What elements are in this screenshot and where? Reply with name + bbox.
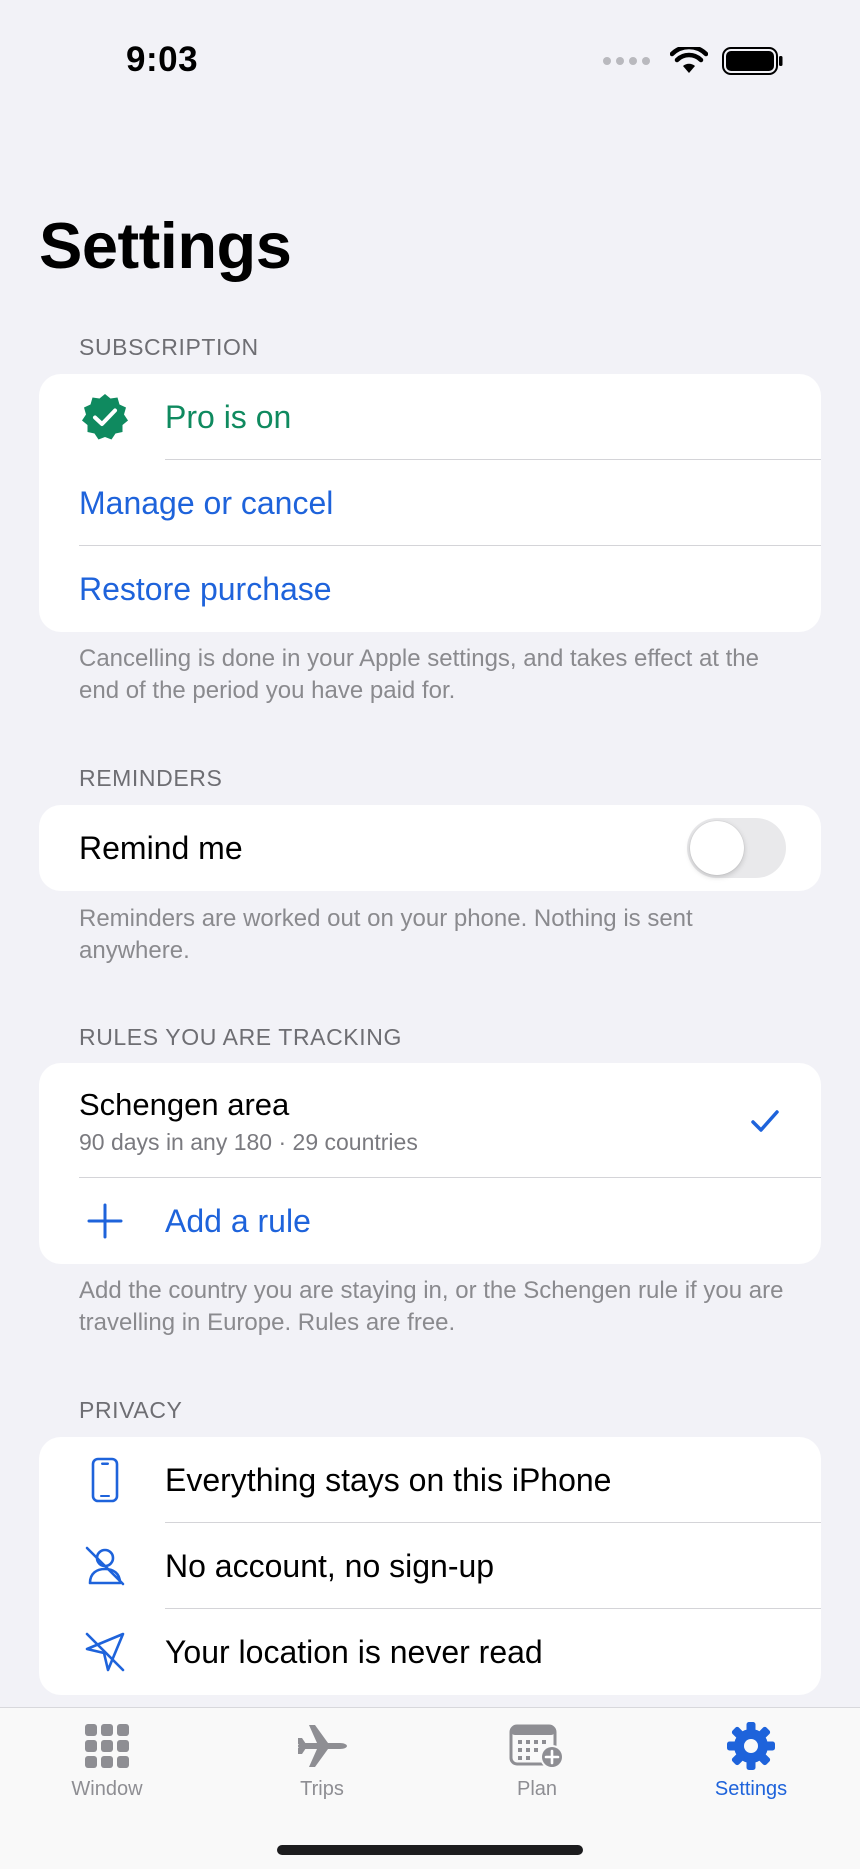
manage-or-cancel-button[interactable]: Manage or cancel [39, 460, 821, 546]
cellular-signal-icon [603, 57, 650, 65]
restore-purchase-label: Restore purchase [79, 570, 332, 607]
gear-icon [671, 1718, 831, 1774]
home-indicator [277, 1845, 583, 1855]
privacy-label: No account, no sign-up [165, 1547, 495, 1584]
status-time: 9:03 [126, 40, 199, 79]
rule-title: Schengen area [79, 1087, 290, 1122]
pro-status-label: Pro is on [165, 398, 292, 435]
calendar-plus-icon [457, 1718, 617, 1774]
privacy-item-no-location: Your location is never read [39, 1609, 821, 1695]
person-slash-icon [79, 1540, 131, 1592]
tab-trips[interactable]: Trips [242, 1718, 402, 1808]
airplane-icon [242, 1718, 402, 1774]
remind-me-label: Remind me [79, 829, 243, 866]
tab-label: Plan [516, 1778, 558, 1800]
subscription-header: SUBSCRIPTION [79, 334, 259, 360]
reminders-header: REMINDERS [79, 765, 223, 791]
add-rule-label: Add a rule [165, 1202, 311, 1239]
verified-badge-icon [79, 391, 131, 443]
remind-me-row: Remind me [39, 805, 821, 891]
subscription-footnote: Cancelling is done in your Apple setting… [79, 645, 759, 704]
reminders-footnote: Reminders are worked out on your phone. … [79, 905, 693, 964]
plus-icon [79, 1195, 131, 1247]
add-rule-button[interactable]: Add a rule [39, 1178, 821, 1264]
settings-screen: 9:03 Settings SUBSCRIPTION Pro is on Man… [0, 0, 860, 1869]
tab-label: Window [71, 1778, 143, 1800]
remind-me-toggle[interactable] [687, 818, 786, 878]
privacy-card: Everything stays on this iPhone No accou… [39, 1437, 821, 1695]
privacy-label: Everything stays on this iPhone [165, 1461, 612, 1498]
rule-row-schengen[interactable]: Schengen area 90 days in any 180 · 29 co… [39, 1063, 821, 1178]
rules-card: Schengen area 90 days in any 180 · 29 co… [39, 1063, 821, 1264]
reminders-card: Remind me [39, 805, 821, 891]
page-title: Settings [39, 209, 292, 282]
privacy-label: Your location is never read [165, 1633, 543, 1670]
tab-window[interactable]: Window [27, 1718, 187, 1808]
privacy-header: PRIVACY [79, 1397, 183, 1423]
tab-plan[interactable]: Plan [457, 1718, 617, 1808]
wifi-icon [670, 47, 708, 73]
toggle-knob [690, 821, 744, 875]
status-bar: 9:03 [0, 0, 860, 110]
status-icons [603, 46, 784, 76]
privacy-item-no-account: No account, no sign-up [39, 1523, 821, 1609]
tab-label: Trips [300, 1778, 344, 1800]
iphone-icon [79, 1454, 131, 1506]
rules-footnote: Add the country you are staying in, or t… [79, 1277, 784, 1336]
checkmark-icon [751, 1109, 779, 1132]
rule-subtitle: 90 days in any 180 · 29 countries [79, 1129, 418, 1155]
battery-icon [722, 47, 783, 75]
tab-settings[interactable]: Settings [671, 1718, 831, 1808]
pro-status-row: Pro is on [39, 374, 821, 460]
location-slash-icon [79, 1626, 131, 1678]
rules-header: RULES YOU ARE TRACKING [79, 1024, 402, 1050]
tab-label: Settings [714, 1778, 788, 1800]
subscription-card: Pro is on Manage or cancel Restore purch… [39, 374, 821, 632]
privacy-item-on-device: Everything stays on this iPhone [39, 1437, 821, 1523]
grid-icon [27, 1718, 187, 1774]
restore-purchase-button[interactable]: Restore purchase [39, 546, 821, 632]
manage-or-cancel-label: Manage or cancel [79, 484, 334, 521]
